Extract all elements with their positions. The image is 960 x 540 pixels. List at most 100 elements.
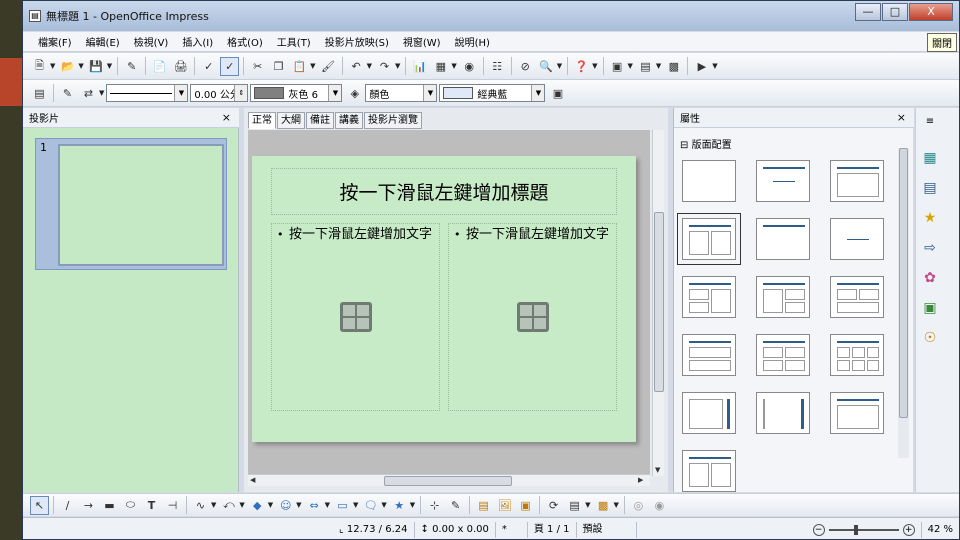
layout-title-slide[interactable] (756, 160, 810, 202)
from-file-icon[interactable]: 🖼 (495, 496, 514, 515)
paste-icon[interactable]: 📋 (290, 57, 309, 76)
grid-icon[interactable]: ☷ (488, 57, 507, 76)
block-arrows-dropdown-icon[interactable]: ▼ (325, 501, 330, 509)
rotate-icon[interactable]: ⟳ (544, 496, 563, 515)
scroll-left-icon[interactable]: ◀ (250, 476, 255, 484)
minimize-button[interactable]: — (855, 3, 881, 21)
line-width-field[interactable]: 0.00 公分 ⇕ (190, 84, 249, 102)
tab-handout[interactable]: 講義 (335, 112, 363, 129)
toggle-3d-icon[interactable]: ◉ (650, 496, 669, 515)
title-bar[interactable]: ▤ 無標題 1 - OpenOffice Impress — □ X (23, 1, 959, 31)
right-content-placeholder[interactable]: • 按一下滑鼠左鍵增加文字 (448, 223, 617, 411)
undo-dropdown-icon[interactable]: ▼ (367, 62, 372, 70)
layout-title-content-2content[interactable] (756, 276, 810, 318)
curve-dropdown-icon[interactable]: ▼ (211, 501, 216, 509)
layout-vertical-title-text[interactable] (682, 392, 736, 434)
export-pdf-icon[interactable]: 📄 (150, 57, 169, 76)
layout-title-content[interactable] (830, 160, 884, 202)
slide-thumbnail-selected[interactable]: 1 (35, 138, 227, 270)
symbol-shapes-icon[interactable]: ☺ (276, 496, 295, 515)
table-dropdown-icon[interactable]: ▼ (451, 62, 456, 70)
callouts-dropdown-icon[interactable]: ▼ (381, 501, 386, 509)
layout-title-vertical-text[interactable] (830, 392, 884, 434)
tab-notes[interactable]: 備註 (306, 112, 334, 129)
flowchart-dropdown-icon[interactable]: ▼ (353, 501, 358, 509)
custom-animation-icon[interactable]: ★ (920, 208, 940, 228)
menu-format[interactable]: 格式(O) (220, 34, 270, 49)
zoom-in-icon[interactable]: + (902, 523, 915, 536)
stars-dropdown-icon[interactable]: ▼ (410, 501, 415, 509)
left-content-placeholder[interactable]: • 按一下滑鼠左鍵增加文字 (271, 223, 440, 411)
cut-icon[interactable]: ✂ (248, 57, 267, 76)
properties-close-icon[interactable]: × (897, 111, 906, 124)
tab-normal[interactable]: 正常 (248, 112, 276, 129)
arrange-dropdown-icon[interactable]: ▼ (614, 501, 619, 509)
area-fill-icon[interactable]: ◈ (345, 84, 364, 103)
layout-title-only[interactable] (756, 218, 810, 260)
layout-blank[interactable] (682, 160, 736, 202)
sidebar-menu-icon[interactable]: ≡ (920, 112, 940, 132)
line-style-icon[interactable]: ✎ (58, 84, 77, 103)
menu-file[interactable]: 檔案(F) (31, 34, 79, 49)
help-icon[interactable]: ❓ (572, 57, 591, 76)
layout-title-6content[interactable] (830, 334, 884, 376)
draw-functions-icon[interactable]: ⊘ (516, 57, 535, 76)
basic-shapes-dropdown-icon[interactable]: ▼ (268, 501, 273, 509)
line-icon[interactable]: ∕ (58, 496, 77, 515)
zoom-percent[interactable]: 42 % (920, 521, 959, 538)
table-icon[interactable]: ▦ (431, 57, 450, 76)
menu-view[interactable]: 檢視(V) (127, 34, 176, 49)
properties-scrollbar[interactable] (898, 148, 909, 458)
tab-slide-sorter[interactable]: 投影片瀏覽 (364, 112, 422, 129)
layout-title-vertical-2content[interactable] (682, 450, 736, 492)
edit-file-icon[interactable]: ✎ (122, 57, 141, 76)
chart-icon[interactable]: 📊 (410, 57, 429, 76)
menu-window[interactable]: 視窗(W) (396, 34, 448, 49)
arrange-icon[interactable]: ▩ (594, 496, 613, 515)
layout-centered-text[interactable] (830, 218, 884, 260)
menu-insert[interactable]: 插入(I) (175, 34, 220, 49)
shadow-icon[interactable]: ▣ (548, 84, 567, 103)
connector-icon[interactable]: ⊣ (163, 496, 182, 515)
arrow-dropdown-icon[interactable]: ▼ (99, 89, 104, 97)
maximize-button[interactable]: □ (882, 3, 908, 21)
styles-icon[interactable]: ▤ (30, 84, 49, 103)
slide-icon[interactable]: ▣ (608, 57, 627, 76)
fontwork-icon[interactable]: ◉ (460, 57, 479, 76)
modified-status[interactable]: * (496, 521, 528, 538)
navigator-icon[interactable]: ☉ (920, 328, 940, 348)
slide-transition-icon[interactable]: ⇨ (920, 238, 940, 258)
layout-title-two-content[interactable] (677, 213, 741, 265)
slide-title-placeholder[interactable]: 按一下滑鼠左鍵增加標題 (271, 168, 617, 215)
tab-outline[interactable]: 大綱 (277, 112, 305, 129)
points-icon[interactable]: ⊹ (425, 496, 444, 515)
new-dropdown-icon[interactable]: ▼ (50, 62, 55, 70)
copy-icon[interactable]: ❐ (269, 57, 288, 76)
paste-dropdown-icon[interactable]: ▼ (310, 62, 315, 70)
horizontal-scrollbar[interactable]: ◀ ▶ (248, 474, 650, 486)
block-arrows-icon[interactable]: ⇔ (305, 496, 324, 515)
properties-icon[interactable]: ▦ (920, 148, 940, 168)
scroll-right-icon[interactable]: ▶ (638, 476, 643, 484)
arrow-style-icon[interactable]: ⇄ (79, 84, 98, 103)
zoom-slider-handle[interactable] (853, 524, 858, 535)
save-dropdown-icon[interactable]: ▼ (107, 62, 112, 70)
slide-canvas[interactable]: 按一下滑鼠左鍵增加標題 • 按一下滑鼠左鍵增加文字 • 按一下滑鼠左鍵增加文字 (248, 130, 650, 482)
layout-title-2content-content[interactable] (682, 276, 736, 318)
layout-title-content-over-content[interactable] (682, 334, 736, 376)
flowchart-icon[interactable]: ▭ (333, 496, 352, 515)
fontwork-gallery-icon[interactable]: ▤ (474, 496, 493, 515)
stars-icon[interactable]: ★ (390, 496, 409, 515)
alignment-dropdown-icon[interactable]: ▼ (585, 501, 590, 509)
line-color-select[interactable]: 灰色 6 ▼ (250, 84, 343, 102)
zoom-icon[interactable]: 🔍 (537, 57, 556, 76)
slide[interactable]: 按一下滑鼠左鍵增加標題 • 按一下滑鼠左鍵增加文字 • 按一下滑鼠左鍵增加文字 (252, 156, 636, 442)
layouts-section-header[interactable]: ⊟ 版面配置 (680, 136, 732, 151)
scroll-down-icon[interactable]: ▼ (655, 466, 660, 474)
line-arrow-icon[interactable]: → (79, 496, 98, 515)
vertical-scroll-thumb[interactable] (654, 212, 664, 392)
undo-icon[interactable]: ↶ (347, 57, 366, 76)
slideshow-dropdown-icon[interactable]: ▼ (712, 62, 717, 70)
glue-points-icon[interactable]: ✎ (446, 496, 465, 515)
insert-object-icon[interactable] (517, 302, 549, 332)
